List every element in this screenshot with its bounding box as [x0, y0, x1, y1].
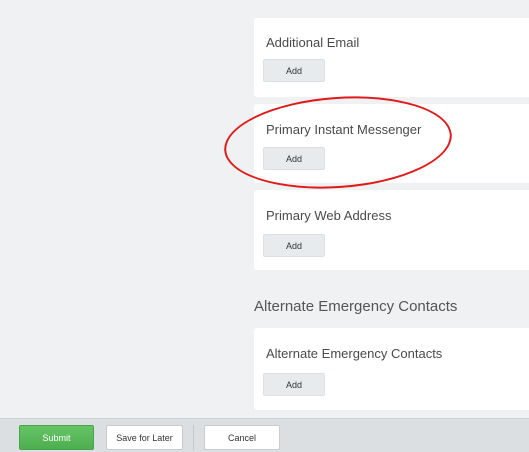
primary-instant-messenger-title: Primary Instant Messenger	[266, 122, 422, 137]
footer-action-bar: Submit Save for Later Cancel	[0, 418, 529, 452]
alternate-emergency-contacts-card: Alternate Emergency Contacts Add	[254, 328, 529, 410]
primary-web-address-title: Primary Web Address	[266, 208, 392, 223]
additional-email-add-button[interactable]: Add	[263, 59, 325, 82]
save-for-later-button[interactable]: Save for Later	[106, 425, 183, 450]
footer-divider	[193, 425, 194, 450]
primary-instant-messenger-card: Primary Instant Messenger Add	[254, 104, 529, 183]
submit-button[interactable]: Submit	[19, 425, 94, 450]
primary-web-address-add-button[interactable]: Add	[263, 234, 325, 257]
additional-email-card: Additional Email Add	[254, 18, 529, 97]
alternate-emergency-contacts-add-button[interactable]: Add	[263, 373, 325, 396]
page: Additional Email Add Primary Instant Mes…	[0, 0, 529, 452]
primary-web-address-card: Primary Web Address Add	[254, 190, 529, 270]
alternate-emergency-contacts-title: Alternate Emergency Contacts	[266, 346, 443, 361]
cancel-button[interactable]: Cancel	[204, 425, 280, 450]
additional-email-title: Additional Email	[266, 35, 360, 50]
primary-instant-messenger-add-button[interactable]: Add	[263, 147, 325, 170]
alternate-emergency-contacts-heading: Alternate Emergency Contacts	[254, 298, 458, 315]
